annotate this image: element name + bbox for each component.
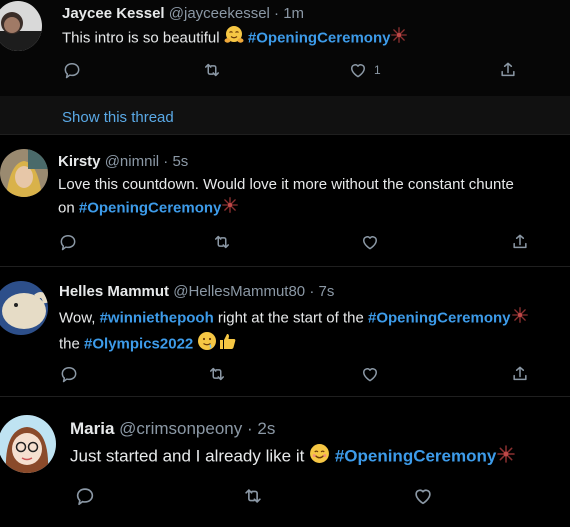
reply-button[interactable] <box>58 232 78 252</box>
author-name[interactable]: Maria <box>70 419 114 438</box>
like-button[interactable] <box>412 485 434 507</box>
like-button[interactable] <box>360 232 380 252</box>
smiling-blush-emoji <box>309 443 330 471</box>
tweet-text: This intro is so beautiful #OpeningCerem… <box>62 25 408 52</box>
retweet-button[interactable] <box>202 60 222 80</box>
hashtag-link[interactable]: #OpeningCeremony <box>79 199 222 216</box>
olympic-fireworks-icon <box>390 26 408 51</box>
like-button[interactable] <box>360 364 380 384</box>
tweet-actions <box>59 364 529 384</box>
like-icon <box>348 60 368 80</box>
retweet-button[interactable] <box>212 232 232 252</box>
tweet-actions: 1 <box>62 60 522 80</box>
hashtag-link[interactable]: #OpeningCeremony <box>248 29 391 46</box>
avatar[interactable] <box>0 281 48 335</box>
tweet-text: Love this countdown. Would love it more … <box>58 174 514 221</box>
tweet-header: Kirsty @nimnil · 5s <box>58 153 188 170</box>
retweet-button[interactable] <box>242 485 264 507</box>
tweet-jaycee[interactable]: Jaycee Kessel @jayceekessel · 1m This in… <box>0 0 570 96</box>
share-icon <box>510 232 530 252</box>
tweet-header: Helles Mammut @HellesMammut80 · 7s <box>59 283 334 300</box>
tweet-helles[interactable]: Helles Mammut @HellesMammut80 · 7s Wow, … <box>0 266 570 396</box>
timestamp[interactable]: 5s <box>172 153 188 170</box>
retweet-button[interactable] <box>207 364 227 384</box>
hashtag-link[interactable]: #winniethepooh <box>100 309 214 326</box>
reply-icon <box>58 232 78 252</box>
share-button[interactable] <box>498 60 518 80</box>
share-icon <box>498 60 518 80</box>
drooling-face-emoji <box>197 331 217 358</box>
separator: · <box>274 5 280 22</box>
share-icon <box>510 364 530 384</box>
like-count: 1 <box>374 63 381 77</box>
timestamp[interactable]: 2s <box>257 419 275 438</box>
author-name[interactable]: Helles Mammut <box>59 283 169 300</box>
hashtag-link[interactable]: #OpeningCeremony <box>335 446 497 465</box>
avatar[interactable] <box>0 149 48 197</box>
tweet-text: Wow, #winniethepooh right at the start o… <box>59 306 529 358</box>
like-icon <box>412 485 434 507</box>
tweet-header: Jaycee Kessel @jayceekessel · 1m <box>62 5 304 22</box>
tweet-maria[interactable]: Maria @crimsonpeony · 2s Just started an… <box>0 396 570 527</box>
reply-icon <box>59 364 79 384</box>
reply-icon <box>74 485 96 507</box>
olympic-fireworks-icon <box>511 306 529 331</box>
tweet-header: Maria @crimsonpeony · 2s <box>70 419 275 439</box>
hugging-face-emoji <box>224 25 244 52</box>
thumbs-up-emoji <box>217 331 237 358</box>
tweet-actions <box>58 232 528 252</box>
share-button[interactable] <box>510 232 530 252</box>
author-handle[interactable]: @crimsonpeony <box>119 419 242 438</box>
separator: · <box>163 153 169 170</box>
like-button[interactable]: 1 <box>348 60 381 80</box>
timestamp[interactable]: 1m <box>283 5 304 22</box>
separator: · <box>309 283 315 300</box>
reply-button[interactable] <box>62 60 82 80</box>
like-icon <box>360 364 380 384</box>
like-icon <box>360 232 380 252</box>
reply-button[interactable] <box>59 364 79 384</box>
author-handle[interactable]: @nimnil <box>105 153 159 170</box>
tweet-kirsty[interactable]: Kirsty @nimnil · 5s Love this countdown.… <box>0 134 570 266</box>
retweet-icon <box>202 60 222 80</box>
tweet-text: Just started and I already like it #Open… <box>70 443 516 471</box>
author-handle[interactable]: @HellesMammut80 <box>173 283 305 300</box>
olympic-fireworks-icon <box>496 444 516 471</box>
tweet-actions <box>74 485 494 505</box>
reply-button[interactable] <box>74 485 96 507</box>
retweet-icon <box>207 364 227 384</box>
show-thread-link[interactable]: Show this thread <box>62 109 174 126</box>
avatar[interactable] <box>0 1 42 51</box>
hashtag-link[interactable]: #OpeningCeremony <box>368 309 511 326</box>
reply-icon <box>62 60 82 80</box>
olympic-fireworks-icon <box>221 196 239 221</box>
retweet-icon <box>242 485 264 507</box>
author-name[interactable]: Jaycee Kessel <box>62 5 165 22</box>
avatar[interactable] <box>0 415 56 473</box>
hashtag-link[interactable]: #Olympics2022 <box>84 335 193 352</box>
separator: · <box>246 419 253 438</box>
retweet-icon <box>212 232 232 252</box>
author-handle[interactable]: @jayceekessel <box>169 5 270 22</box>
share-button[interactable] <box>510 364 530 384</box>
timestamp[interactable]: 7s <box>319 283 335 300</box>
show-thread-row[interactable]: Show this thread <box>0 96 570 134</box>
author-name[interactable]: Kirsty <box>58 153 101 170</box>
